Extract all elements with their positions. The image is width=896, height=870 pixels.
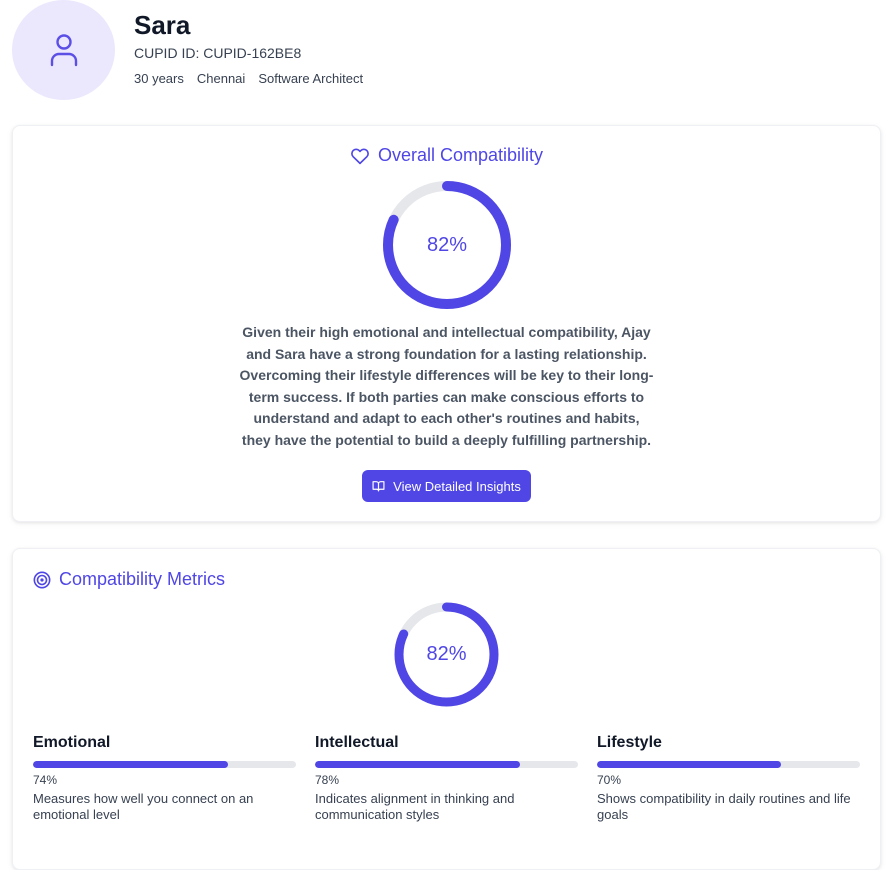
metric-value: 78% bbox=[315, 773, 340, 787]
metric-description: Measures how well you connect on an emot… bbox=[33, 791, 254, 822]
view-detailed-insights-button[interactable]: View Detailed Insights bbox=[362, 470, 531, 502]
metric-progress-fill bbox=[315, 761, 521, 768]
compatibility-metrics-label: Compatibility Metrics bbox=[59, 569, 226, 589]
overall-compatibility-card: Overall Compatibility 82% Given their hi… bbox=[12, 125, 881, 522]
target-icon bbox=[33, 571, 51, 588]
profile-meta: 30 years Chennai Software Architect bbox=[134, 70, 363, 87]
metric-description: Indicates alignment in thinking and comm… bbox=[315, 791, 515, 822]
compatibility-metrics-title: Compatibility Metrics bbox=[33, 569, 225, 590]
metrics-score-ring: 82% bbox=[394, 602, 499, 707]
metric-progress-track bbox=[33, 761, 296, 768]
user-icon bbox=[50, 34, 77, 67]
profile-name: Sara bbox=[134, 10, 191, 40]
metric-value: 70% bbox=[597, 773, 622, 787]
metric-name: Lifestyle bbox=[597, 734, 662, 751]
metric-name: Intellectual bbox=[315, 734, 399, 751]
metric-lifestyle: Lifestyle 70% Shows compatibility in dai… bbox=[597, 733, 860, 823]
profile-occupation: Software Architect bbox=[258, 71, 364, 86]
profile-header: Sara CUPID ID: CUPID-162BE8 30 years Che… bbox=[12, 0, 872, 100]
overall-compatibility-title: Overall Compatibility bbox=[13, 145, 880, 166]
metric-name: Emotional bbox=[33, 734, 111, 751]
compatibility-summary: Given their high emotional and intellect… bbox=[239, 324, 654, 448]
metric-value: 74% bbox=[33, 773, 58, 787]
cupid-id: CUPID ID: CUPID-162BE8 bbox=[134, 45, 302, 61]
metrics-score-value: 82% bbox=[426, 643, 467, 665]
metric-progress-track bbox=[315, 761, 578, 768]
metric-progress-track bbox=[597, 761, 860, 768]
book-open-icon bbox=[372, 481, 385, 492]
avatar bbox=[12, 0, 115, 100]
view-detailed-insights-label: View Detailed Insights bbox=[393, 478, 521, 494]
metric-progress-fill bbox=[33, 761, 228, 768]
metric-description: Shows compatibility in daily routines an… bbox=[597, 791, 851, 822]
profile-age: 30 years bbox=[134, 71, 184, 86]
overall-score-value: 82% bbox=[426, 233, 468, 256]
compatibility-metrics-card: Compatibility Metrics 82% Emotional 74% … bbox=[12, 548, 881, 870]
profile-city: Chennai bbox=[196, 71, 246, 86]
heart-icon bbox=[351, 148, 369, 164]
metric-intellectual: Intellectual 78% Indicates alignment in … bbox=[315, 733, 578, 823]
overall-compatibility-label: Overall Compatibility bbox=[377, 145, 544, 165]
metric-emotional: Emotional 74% Measures how well you conn… bbox=[33, 733, 296, 823]
overall-score-ring: 82% bbox=[382, 180, 512, 310]
metric-progress-fill bbox=[597, 761, 782, 768]
